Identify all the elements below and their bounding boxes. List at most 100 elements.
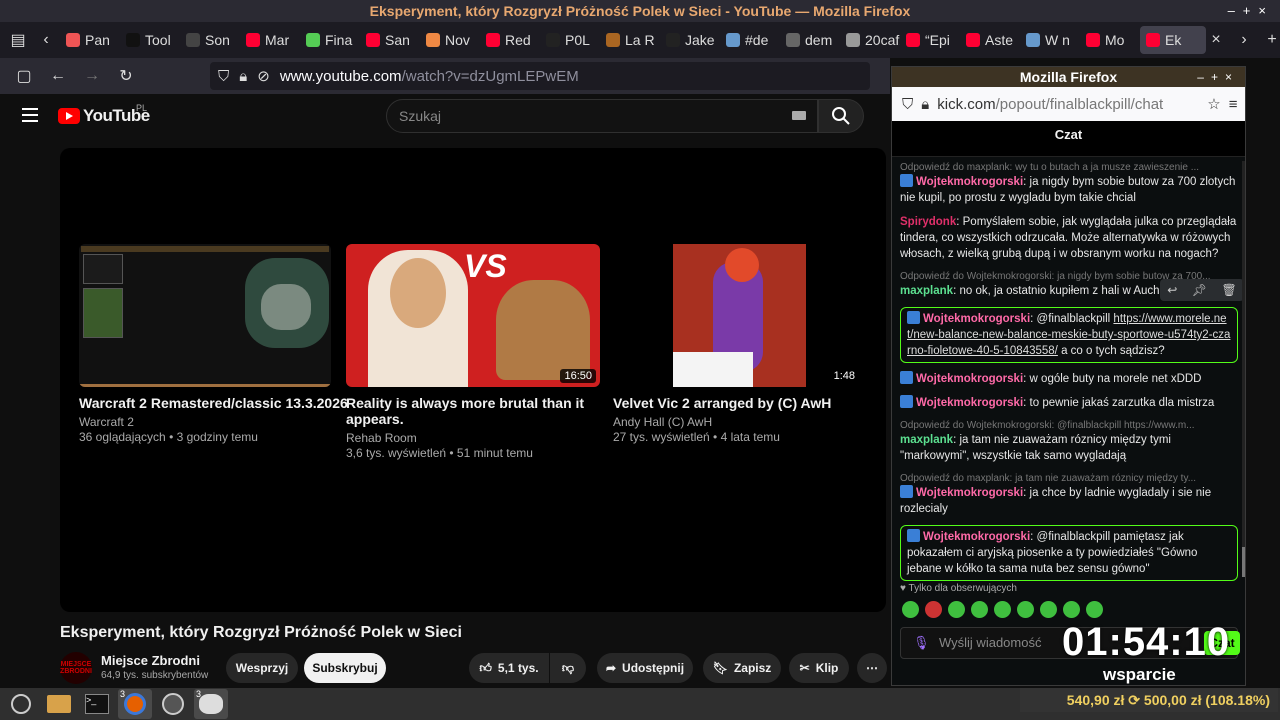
terminal-icon[interactable]: >_: [80, 689, 114, 719]
reply-context[interactable]: Odpowiedź do Wojtekmokrogorski: @finalbl…: [900, 419, 1238, 432]
delete-icon[interactable]: 🗑︎: [1222, 283, 1237, 297]
browser-tab[interactable]: 20caf2: [840, 26, 900, 54]
browser-tab[interactable]: Tool: [120, 26, 180, 54]
reply-context[interactable]: Odpowiedź do maxplank: wy tu o butach a …: [900, 161, 1238, 174]
chat-username[interactable]: maxplank: [900, 434, 953, 446]
url-bar[interactable]: ⛉ 🔒︎ ⊘ www.youtube.com/watch?v=dzUgmLEPw…: [210, 62, 870, 90]
back-icon[interactable]: ←: [44, 62, 72, 90]
new-tab-icon[interactable]: +: [1258, 26, 1280, 54]
more-actions-button[interactable]: ⋯: [857, 653, 887, 683]
chat-username[interactable]: maxplank: [900, 285, 953, 297]
shield-icon[interactable]: ⛉: [218, 68, 229, 85]
channel-name[interactable]: Miejsce Zbrodni: [101, 653, 200, 668]
emote-icon[interactable]: [971, 601, 988, 618]
hamburger-menu-icon[interactable]: [22, 108, 38, 122]
chat-scrollbar-thumb[interactable]: [1242, 547, 1245, 577]
close-tab-icon[interactable]: ×: [1202, 26, 1230, 54]
lock-icon[interactable]: 🔒︎: [239, 68, 247, 85]
emote-icon[interactable]: [1040, 601, 1057, 618]
browser-tab[interactable]: Mo: [1080, 26, 1140, 54]
chat-message[interactable]: Wojtekmokrogorski: to pewnie jakaś zarzu…: [900, 395, 1238, 411]
browser-tab[interactable]: “Epi: [900, 26, 960, 54]
browser-tab[interactable]: #de: [720, 26, 780, 54]
browser-tab[interactable]: Jake: [660, 26, 720, 54]
browser-tab[interactable]: San: [360, 26, 420, 54]
bookmark-star-icon[interactable]: ☆: [1207, 95, 1220, 113]
thumbnail-reality[interactable]: VS 16:50: [346, 244, 600, 387]
chat-username[interactable]: Wojtekmokrogorski: [916, 397, 1023, 409]
search-input[interactable]: Szukaj: [386, 99, 818, 133]
permissions-icon[interactable]: ⊘: [257, 67, 270, 85]
window-controls[interactable]: –+×: [1228, 0, 1274, 22]
emote-icon[interactable]: [948, 601, 965, 618]
browser-tab[interactable]: Pan: [60, 26, 120, 54]
chat-username[interactable]: Wojtekmokrogorski: [916, 487, 1023, 499]
chat-username[interactable]: Spirydonk: [900, 216, 956, 228]
end-card-warcraft[interactable]: Warcraft 2 Remastered/classic 13.3.2026 …: [79, 244, 348, 445]
sidebar-icon[interactable]: ▢: [10, 62, 38, 90]
channel-avatar[interactable]: MIEJSCE ZBRODNI: [60, 652, 92, 684]
thumbnail-velvet[interactable]: 1:48: [613, 244, 863, 387]
end-card-velvet[interactable]: 1:48 Velvet Vic 2 arranged by (C) AwH An…: [613, 244, 863, 445]
clip-button[interactable]: ✂ Klip: [789, 653, 849, 683]
chat-username[interactable]: Wojtekmokrogorski: [923, 531, 1030, 543]
card-title[interactable]: Reality is always more brutal than it ap…: [346, 395, 600, 427]
chat-message[interactable]: Odpowiedź do maxplank: wy tu o butach a …: [900, 161, 1238, 206]
tab-list-icon[interactable]: ▤: [4, 26, 32, 54]
forward-icon[interactable]: →: [78, 62, 106, 90]
chat-message[interactable]: Odpowiedź do maxplank: ja tam nie zuaważ…: [900, 472, 1238, 517]
browser-tab[interactable]: Ek: [1140, 26, 1206, 54]
end-card-reality[interactable]: VS 16:50 Reality is always more brutal t…: [346, 244, 600, 461]
browser-tab[interactable]: Aste: [960, 26, 1020, 54]
browser-tab[interactable]: Fina: [300, 26, 360, 54]
browser-tab[interactable]: P0L: [540, 26, 600, 54]
reply-context[interactable]: Odpowiedź do maxplank: ja tam nie zuaważ…: [900, 472, 1238, 485]
popup-url-bar[interactable]: ⛉ 🔒︎ kick.com/popout/finalblackpill/chat…: [892, 87, 1245, 121]
app-taskbar-icon[interactable]: 3: [194, 689, 228, 719]
shield-icon[interactable]: ⛉: [902, 96, 913, 113]
subscribe-button[interactable]: Subskrybuj: [304, 653, 386, 683]
lock-icon[interactable]: 🔒︎: [921, 96, 929, 113]
tab-scroll-left-icon[interactable]: ‹: [32, 26, 60, 54]
chat-message[interactable]: Odpowiedź do Wojtekmokrogorski: @finalbl…: [900, 419, 1238, 464]
card-title[interactable]: Warcraft 2 Remastered/classic 13.3.2026: [79, 395, 348, 411]
files-icon[interactable]: [42, 689, 76, 719]
emote-icon[interactable]: [1086, 601, 1103, 618]
reply-icon[interactable]: ↩: [1167, 283, 1177, 297]
chat-message[interactable]: Wojtekmokrogorski: @finalblackpill https…: [900, 307, 1238, 363]
browser-tab[interactable]: Mar: [240, 26, 300, 54]
chat-message[interactable]: Spirydonk: Pomyślałem sobie, jak wygląda…: [900, 214, 1238, 262]
thumbnail-warcraft[interactable]: [79, 244, 331, 387]
browser-tab[interactable]: Son: [180, 26, 240, 54]
microphone-icon[interactable]: 🎙︎: [913, 628, 930, 658]
chat-message[interactable]: Wojtekmokrogorski: @finalblackpill pamię…: [900, 525, 1238, 581]
browser-tab[interactable]: Nov: [420, 26, 480, 54]
popup-window-controls[interactable]: –+×: [1197, 67, 1239, 87]
tab-scroll-right-icon[interactable]: ›: [1230, 26, 1258, 54]
browser-tab[interactable]: La R: [600, 26, 660, 54]
save-button[interactable]: 🔖︎ Zapisz: [703, 653, 781, 683]
support-button[interactable]: Wesprzyj: [226, 653, 298, 683]
chat-username[interactable]: Wojtekmokrogorski: [916, 373, 1023, 385]
firefox-taskbar-icon[interactable]: 3: [118, 689, 152, 719]
browser-tab[interactable]: dem: [780, 26, 840, 54]
like-button[interactable]: 👍︎ 5,1 tys.: [469, 653, 549, 683]
chat-username[interactable]: Wojtekmokrogorski: [916, 176, 1023, 188]
share-button[interactable]: ➦ Udostępnij: [597, 653, 693, 683]
chat-username[interactable]: Wojtekmokrogorski: [923, 313, 1030, 325]
chat-message[interactable]: Wojtekmokrogorski: w ogóle buty na morel…: [900, 371, 1238, 387]
reload-icon[interactable]: ↻: [112, 62, 140, 90]
chat-scrollbar[interactable]: [1242, 161, 1245, 571]
emote-icon[interactable]: [925, 601, 942, 618]
card-title[interactable]: Velvet Vic 2 arranged by (C) AwH: [613, 395, 863, 411]
emote-icon[interactable]: [994, 601, 1011, 618]
emote-icon[interactable]: [902, 601, 919, 618]
browser-tab[interactable]: W n: [1020, 26, 1080, 54]
emote-icon[interactable]: [1063, 601, 1080, 618]
menu-icon[interactable]: ≡: [1229, 96, 1238, 113]
browser-tab[interactable]: Red: [480, 26, 540, 54]
search-button[interactable]: [818, 99, 864, 133]
start-menu-icon[interactable]: [4, 689, 38, 719]
dislike-button[interactable]: 👎︎: [550, 653, 586, 683]
emote-icon[interactable]: [1017, 601, 1034, 618]
